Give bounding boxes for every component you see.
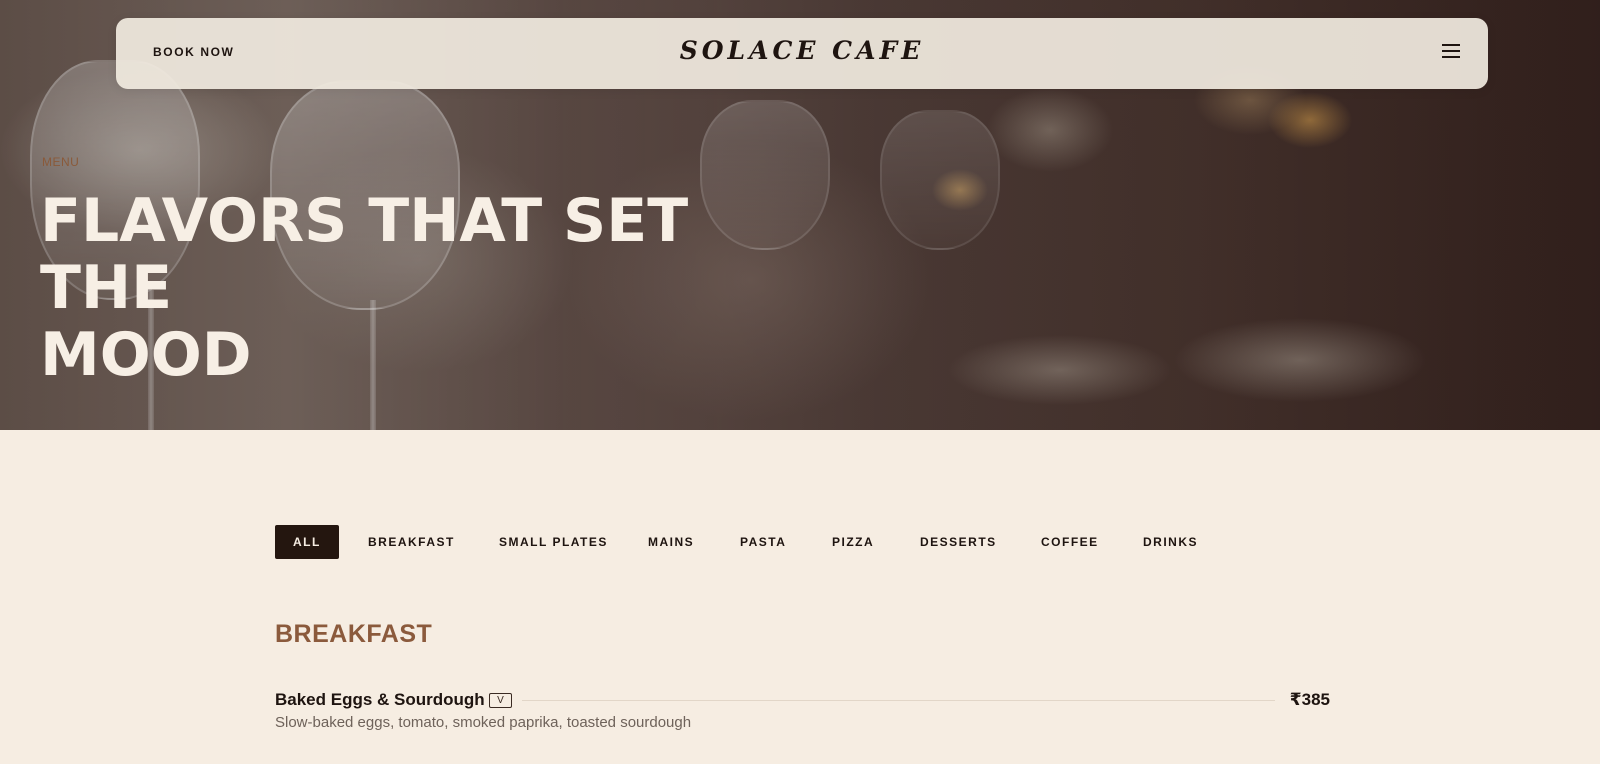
menu-item-price: ₹385 xyxy=(1289,690,1330,709)
hero-title: FLAVORS THAT SET THE MOOD xyxy=(40,188,800,389)
tab-mains[interactable]: MAINS xyxy=(648,525,694,559)
hamburger-icon[interactable] xyxy=(1442,43,1460,59)
tab-small-plates[interactable]: SMALL PLATES xyxy=(499,525,608,559)
hero-eyebrow: MENU xyxy=(42,155,80,169)
menu-item-name: Baked Eggs & Sourdough xyxy=(275,690,485,709)
tab-drinks[interactable]: DRINKS xyxy=(1143,525,1198,559)
site-header: BOOK NOW SOLACE CAFE xyxy=(116,18,1488,89)
tab-pasta[interactable]: PASTA xyxy=(740,525,786,559)
hero-title-line1: FLAVORS THAT SET THE xyxy=(40,186,689,323)
site-logo[interactable]: SOLACE CAFE xyxy=(116,36,1488,65)
menu-item-description: Slow-baked eggs, tomato, smoked paprika,… xyxy=(275,714,692,731)
vegetarian-badge: V xyxy=(489,693,512,708)
tab-coffee[interactable]: COFFEE xyxy=(1041,525,1099,559)
hero-title-line2: MOOD xyxy=(40,320,252,390)
tab-pizza[interactable]: PIZZA xyxy=(832,525,874,559)
tab-desserts[interactable]: DESSERTS xyxy=(920,525,997,559)
section-title: BREAKFAST xyxy=(275,620,433,648)
price-leader-line xyxy=(522,700,1275,701)
tab-breakfast[interactable]: BREAKFAST xyxy=(368,525,455,559)
tab-all[interactable]: ALL xyxy=(275,525,339,559)
